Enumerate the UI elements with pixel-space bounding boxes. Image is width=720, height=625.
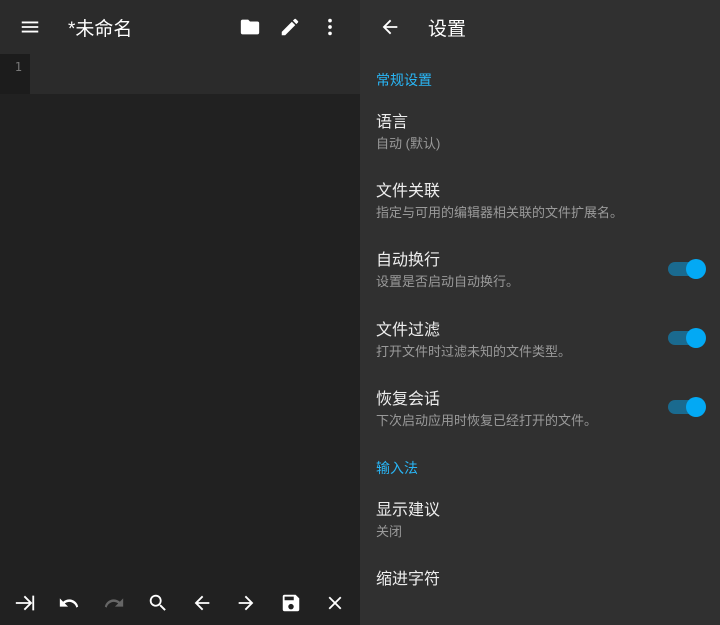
menu-icon[interactable] bbox=[10, 7, 50, 47]
switch-restore-session[interactable] bbox=[668, 397, 704, 417]
setting-restore-session[interactable]: 恢复会话 下次启动应用时恢复已经打开的文件。 bbox=[360, 373, 720, 442]
setting-title: 自动换行 bbox=[376, 246, 658, 270]
setting-subtitle: 设置是否启动自动换行。 bbox=[376, 273, 658, 291]
settings-title: 设置 bbox=[428, 14, 466, 41]
setting-language[interactable]: 语言 自动 (默认) bbox=[360, 96, 720, 165]
setting-file-filter[interactable]: 文件过滤 打开文件时过滤未知的文件类型。 bbox=[360, 304, 720, 373]
more-vert-icon[interactable] bbox=[310, 7, 350, 47]
setting-title: 文件关联 bbox=[376, 177, 704, 201]
editor-empty bbox=[0, 318, 360, 582]
redo-icon[interactable] bbox=[97, 583, 131, 623]
setting-indent[interactable]: 缩进字符 bbox=[360, 553, 720, 589]
setting-title: 缩进字符 bbox=[376, 565, 704, 589]
setting-subtitle: 打开文件时过滤未知的文件类型。 bbox=[376, 343, 658, 361]
setting-subtitle: 关闭 bbox=[376, 523, 704, 541]
close-icon[interactable] bbox=[318, 583, 352, 623]
editor-toolbar: *未命名 bbox=[0, 0, 360, 54]
switch-word-wrap[interactable] bbox=[668, 259, 704, 279]
settings-toolbar: 设置 bbox=[360, 0, 720, 54]
save-icon[interactable] bbox=[274, 583, 308, 623]
tab-icon[interactable] bbox=[8, 583, 42, 623]
line-gutter: 1 bbox=[0, 54, 30, 94]
back-icon[interactable] bbox=[370, 7, 410, 47]
setting-word-wrap[interactable]: 自动换行 设置是否启动自动换行。 bbox=[360, 234, 720, 303]
setting-title: 恢复会话 bbox=[376, 385, 658, 409]
editor-body[interactable] bbox=[30, 54, 360, 94]
setting-file-assoc[interactable]: 文件关联 指定与可用的编辑器相关联的文件扩展名。 bbox=[360, 165, 720, 234]
editor-pane: *未命名 1 bbox=[0, 0, 360, 625]
settings-content[interactable]: 常规设置 语言 自动 (默认) 文件关联 指定与可用的编辑器相关联的文件扩展名。… bbox=[360, 54, 720, 625]
search-icon[interactable] bbox=[141, 583, 175, 623]
setting-title: 语言 bbox=[376, 108, 704, 132]
editor-area[interactable]: 1 bbox=[0, 54, 360, 318]
section-general: 常规设置 bbox=[360, 54, 720, 96]
undo-icon[interactable] bbox=[52, 583, 86, 623]
section-ime: 输入法 bbox=[360, 442, 720, 484]
settings-pane: 设置 常规设置 语言 自动 (默认) 文件关联 指定与可用的编辑器相关联的文件扩… bbox=[360, 0, 720, 625]
bottom-toolbar bbox=[0, 581, 360, 625]
switch-file-filter[interactable] bbox=[668, 328, 704, 348]
setting-title: 文件过滤 bbox=[376, 316, 658, 340]
setting-subtitle: 下次启动应用时恢复已经打开的文件。 bbox=[376, 412, 658, 430]
setting-subtitle: 指定与可用的编辑器相关联的文件扩展名。 bbox=[376, 204, 704, 222]
edit-icon[interactable] bbox=[270, 7, 310, 47]
arrow-right-icon[interactable] bbox=[229, 583, 263, 623]
setting-suggestions[interactable]: 显示建议 关闭 bbox=[360, 484, 720, 553]
document-title: *未命名 bbox=[68, 14, 230, 41]
setting-title: 显示建议 bbox=[376, 496, 704, 520]
setting-subtitle: 自动 (默认) bbox=[376, 135, 704, 153]
arrow-left-icon[interactable] bbox=[185, 583, 219, 623]
folder-open-icon[interactable] bbox=[230, 7, 270, 47]
